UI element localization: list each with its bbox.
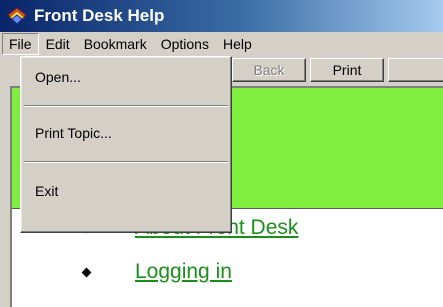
help-book-icon (6, 6, 28, 26)
back-button-label: Back (253, 62, 285, 78)
menu-help[interactable]: Help (216, 33, 259, 55)
menu-item-print-topic[interactable]: Print Topic... (35, 123, 112, 143)
menu-edit[interactable]: Edit (39, 33, 77, 55)
topic-item: Logging in (12, 260, 232, 284)
menu-item-open[interactable]: Open... (35, 67, 81, 87)
title-bar[interactable]: Front Desk Help (0, 0, 443, 32)
menu-bar: File Edit Bookmark Options Help (0, 32, 443, 56)
back-button[interactable]: Back (232, 58, 306, 82)
menu-separator (24, 161, 228, 163)
menu-bookmark[interactable]: Bookmark (77, 33, 154, 55)
menu-file[interactable]: File (2, 33, 39, 55)
print-button[interactable]: Print (310, 58, 384, 82)
toolbar-button-partial[interactable] (388, 58, 443, 82)
topic-link-logging-in[interactable]: Logging in (135, 260, 232, 284)
menu-item-exit[interactable]: Exit (35, 181, 58, 201)
menu-options[interactable]: Options (154, 33, 216, 55)
diamond-bullet-icon (81, 267, 92, 278)
print-button-label: Print (332, 62, 362, 78)
window-title: Front Desk Help (34, 6, 165, 25)
menu-separator (24, 105, 228, 107)
file-menu-dropdown: Open... Print Topic... Exit (20, 56, 232, 233)
